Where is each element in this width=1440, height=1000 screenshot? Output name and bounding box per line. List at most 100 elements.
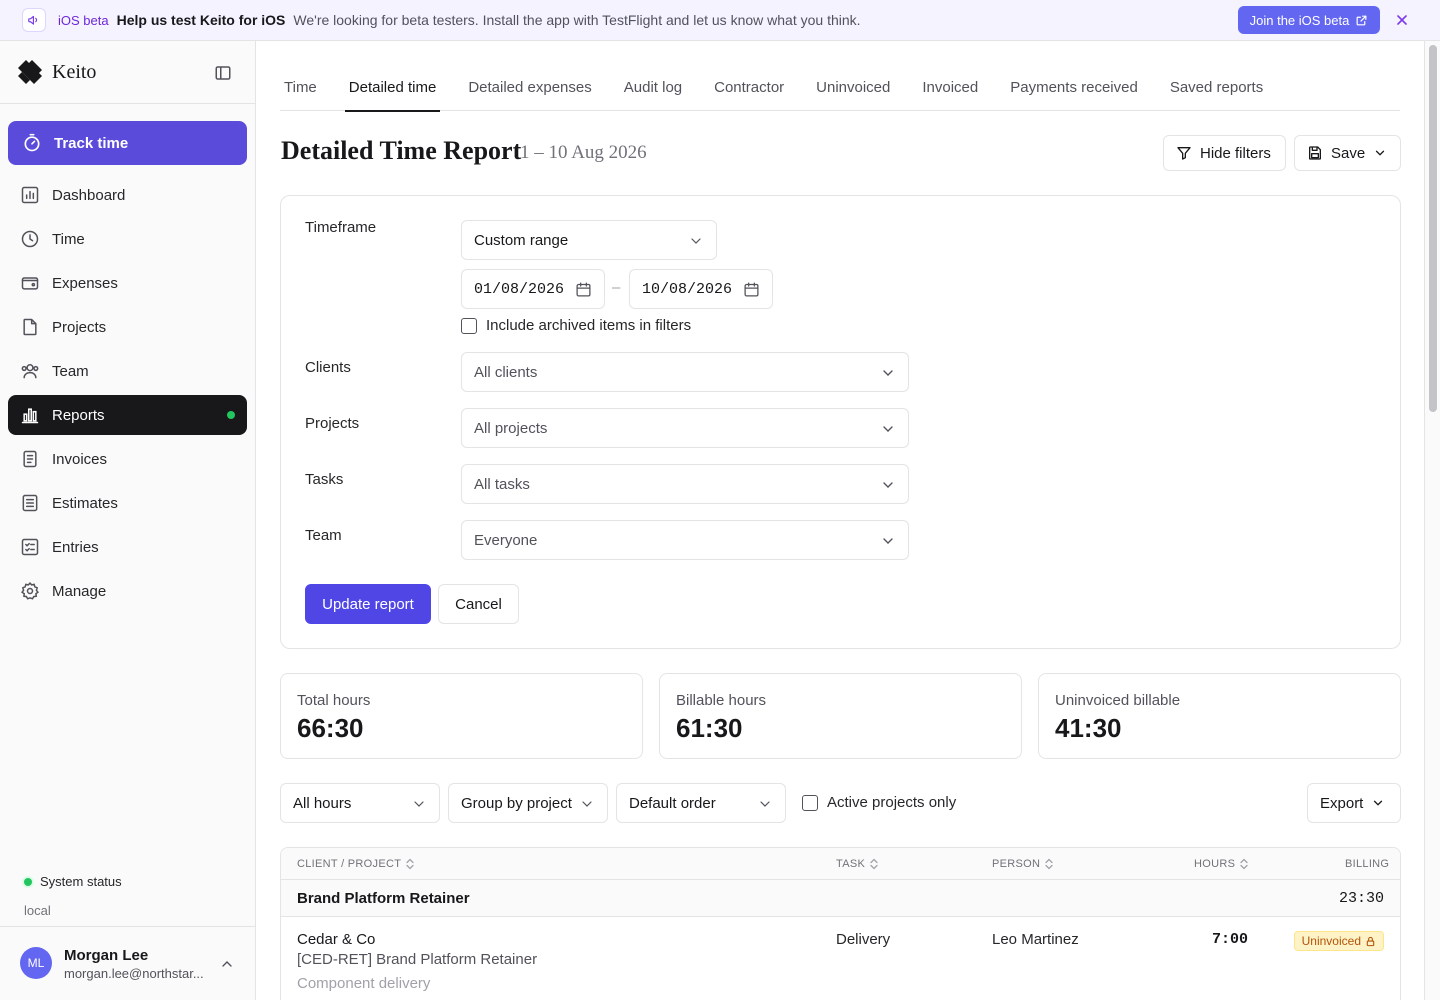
column-label: BILLING — [1345, 858, 1390, 870]
status-badge: Uninvoiced — [1293, 931, 1384, 951]
save-button[interactable]: Save — [1294, 135, 1401, 171]
team-label: Team — [305, 527, 342, 544]
timeframe-label: Timeframe — [305, 219, 377, 236]
sidebar-item-label: Projects — [52, 318, 107, 336]
invoice-icon — [23, 450, 37, 468]
track-time-button[interactable]: Track time — [8, 121, 247, 165]
chevron-down-icon — [1376, 150, 1385, 156]
page-date-range: 1 – 10 Aug 2026 — [520, 142, 647, 163]
sidebar-item-entries[interactable]: Entries — [8, 527, 247, 567]
sidebar-toggle-icon[interactable] — [214, 64, 232, 82]
list-icon — [21, 538, 39, 556]
order-select[interactable]: Default order — [616, 783, 786, 823]
chevron-up-icon[interactable] — [219, 956, 235, 972]
close-banner-icon[interactable] — [1394, 12, 1410, 28]
hours-filter-select[interactable]: All hours — [280, 783, 440, 823]
stat-billable-hours: Billable hours 61:30 — [659, 673, 1022, 759]
stat-value: 61:30 — [676, 713, 743, 743]
time-entries-table: CLIENT / PROJECT TASK PERSON HOURS BILLI… — [280, 847, 1401, 1000]
chevron-down-icon — [582, 801, 592, 807]
cancel-button[interactable]: Cancel — [438, 584, 519, 624]
column-client-project[interactable]: CLIENT / PROJECT — [297, 858, 415, 870]
page-scrollbar[interactable] — [1424, 41, 1440, 1000]
chevron-down-icon — [691, 238, 701, 244]
lock-icon — [1366, 936, 1375, 946]
project-group-row[interactable]: Brand Platform Retainer 23:30 — [281, 880, 1400, 917]
chevron-down-icon — [883, 482, 893, 488]
calendar-icon[interactable] — [575, 281, 592, 298]
tab-time[interactable]: Time — [280, 63, 321, 111]
avatar[interactable]: ML — [20, 947, 52, 979]
active-projects-checkbox[interactable] — [802, 794, 818, 811]
stat-value: 41:30 — [1055, 713, 1122, 743]
keito-logo-icon — [18, 60, 42, 84]
column-task[interactable]: TASK — [836, 858, 879, 870]
column-hours[interactable]: HOURS — [1194, 858, 1249, 870]
tab-uninvoiced[interactable]: Uninvoiced — [812, 63, 894, 111]
megaphone-icon — [22, 8, 46, 32]
tasks-select[interactable]: All tasks — [461, 464, 909, 504]
tasks-value: All tasks — [474, 475, 530, 493]
calendar-icon[interactable] — [743, 281, 760, 298]
scrollbar-thumb[interactable] — [1429, 45, 1437, 412]
tab-payments-received[interactable]: Payments received — [1006, 63, 1142, 111]
timeframe-select[interactable]: Custom range — [461, 220, 717, 260]
date-to-input[interactable]: 10/08/2026 — [629, 269, 773, 309]
group-by-select[interactable]: Group by project — [448, 783, 608, 823]
timeframe-value: Custom range — [474, 231, 569, 249]
sidebar-item-estimates[interactable]: Estimates — [8, 483, 247, 523]
sidebar-item-time[interactable]: Time — [8, 219, 247, 259]
include-archived-checkbox[interactable] — [461, 317, 477, 334]
join-ios-beta-button[interactable]: Join the iOS beta — [1238, 6, 1380, 34]
chevron-down-icon — [1374, 800, 1383, 806]
user-name: Morgan Lee — [64, 947, 149, 964]
chevron-down-icon — [760, 801, 770, 807]
sidebar-item-expenses[interactable]: Expenses — [8, 263, 247, 303]
tasks-label: Tasks — [305, 471, 344, 488]
sidebar-item-label: Entries — [52, 538, 99, 556]
stat-label: Billable hours — [676, 692, 767, 709]
sidebar-item-reports[interactable]: Reports — [8, 395, 247, 435]
tab-detailed-expenses[interactable]: Detailed expenses — [464, 63, 595, 111]
stat-label: Total hours — [297, 692, 371, 709]
group-name: Brand Platform Retainer — [297, 890, 470, 907]
page-title: Detailed Time Report — [281, 136, 522, 165]
projects-value: All projects — [474, 419, 548, 437]
export-button[interactable]: Export — [1307, 783, 1401, 823]
hide-filters-button[interactable]: Hide filters — [1163, 135, 1286, 171]
tab-audit-log[interactable]: Audit log — [620, 63, 686, 111]
team-select[interactable]: Everyone — [461, 520, 909, 560]
sidebar-item-manage[interactable]: Manage — [8, 571, 247, 611]
tab-invoiced[interactable]: Invoiced — [918, 63, 982, 111]
system-status-link[interactable]: System status — [24, 874, 122, 889]
projects-select[interactable]: All projects — [461, 408, 909, 448]
tab-saved-reports[interactable]: Saved reports — [1166, 63, 1267, 111]
sidebar-item-label: Estimates — [52, 494, 118, 512]
active-projects-option[interactable]: Active projects only — [802, 794, 956, 811]
tab-contractor[interactable]: Contractor — [710, 63, 788, 111]
hide-filters-label: Hide filters — [1200, 144, 1271, 162]
wallet-icon — [21, 277, 39, 290]
sidebar-item-invoices[interactable]: Invoices — [8, 439, 247, 479]
join-ios-beta-label: Join the iOS beta — [1249, 12, 1350, 28]
update-report-button[interactable]: Update report — [305, 584, 431, 624]
date-from-input[interactable]: 01/08/2026 — [461, 269, 605, 309]
sidebar-item-team[interactable]: Team — [8, 351, 247, 391]
clock-icon — [21, 230, 39, 248]
bar-chart-icon — [21, 408, 39, 424]
sidebar-item-projects[interactable]: Projects — [8, 307, 247, 347]
sidebar-item-dashboard[interactable]: Dashboard — [8, 175, 247, 215]
clients-select[interactable]: All clients — [461, 352, 909, 392]
column-billing: BILLING — [1345, 858, 1389, 870]
tab-detailed-time[interactable]: Detailed time — [344, 63, 441, 112]
include-archived-option[interactable]: Include archived items in filters — [461, 317, 691, 334]
row-hours: 7:00 — [1211, 931, 1248, 948]
sidebar-item-label: Dashboard — [52, 186, 126, 204]
brand-logo[interactable]: Keito — [16, 57, 96, 87]
status-dot — [24, 877, 32, 886]
column-person[interactable]: PERSON — [992, 858, 1054, 870]
gear-icon — [21, 581, 39, 600]
user-email: morgan.lee@northstar... — [64, 966, 204, 981]
dashboard-icon — [21, 186, 39, 204]
include-archived-label: Include archived items in filters — [486, 317, 692, 334]
